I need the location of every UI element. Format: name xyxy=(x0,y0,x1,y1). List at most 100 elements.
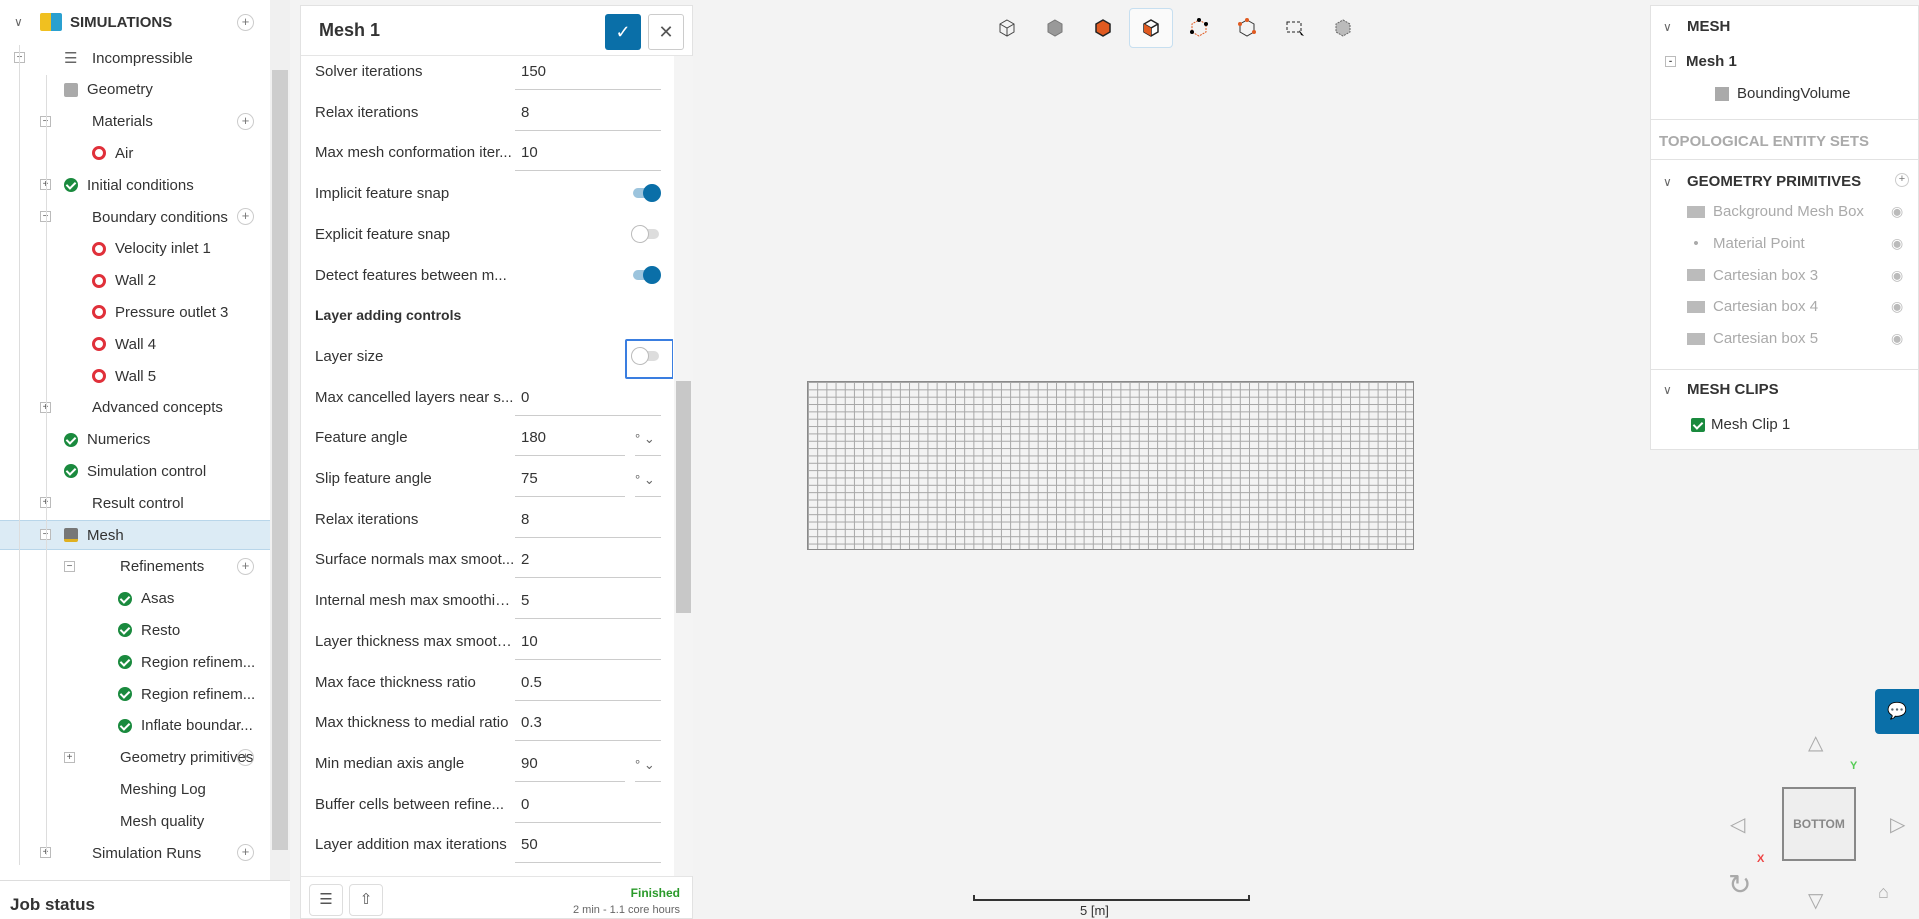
tree-item[interactable]: Velocity inlet 1 xyxy=(92,234,211,264)
field-input[interactable]: 75 xyxy=(515,465,625,497)
primitive-item[interactable]: Cartesian box 4 xyxy=(1687,298,1818,315)
field-input[interactable]: 90 xyxy=(515,750,625,782)
tree-item[interactable]: Numerics xyxy=(64,425,150,455)
mesh-section-header[interactable]: ∨ MESH xyxy=(1663,18,1730,35)
visibility-eye-icon[interactable]: ◉ xyxy=(1891,267,1903,284)
add-simulation-button[interactable]: + xyxy=(237,14,254,31)
tree-item[interactable]: Resto xyxy=(118,615,180,645)
add-button[interactable]: + xyxy=(237,748,254,766)
job-status-header[interactable]: Job status xyxy=(0,880,290,919)
surface-cube-icon[interactable] xyxy=(1081,8,1125,48)
box-select-icon[interactable] xyxy=(1273,8,1317,48)
field-input[interactable]: 0.5 xyxy=(515,669,661,701)
field-input[interactable]: 10 xyxy=(515,628,661,660)
unit-select[interactable]: ° ⌄ xyxy=(635,750,661,782)
rotate-right-icon[interactable]: ▷ xyxy=(1890,812,1905,837)
field-input[interactable]: 0.3 xyxy=(515,709,661,742)
wireframe-cube-icon[interactable] xyxy=(985,8,1029,48)
tree-item[interactable]: Asas xyxy=(118,584,174,614)
tree-item[interactable]: Materials xyxy=(92,107,153,137)
tree-item[interactable]: Pressure outlet 3 xyxy=(92,297,228,327)
add-primitive-button[interactable]: + xyxy=(1895,173,1909,187)
field-input[interactable]: 0 xyxy=(515,384,661,416)
visibility-eye-icon[interactable]: ◉ xyxy=(1891,330,1903,347)
field-input[interactable]: 10 xyxy=(515,139,661,172)
add-button[interactable]: + xyxy=(237,557,254,575)
collapse-icon[interactable]: − xyxy=(64,560,75,572)
topological-entity-sets-header[interactable]: TOPOLOGICAL ENTITY SETS xyxy=(1659,133,1869,150)
chevron-down-icon[interactable]: ∨ xyxy=(14,15,40,29)
mesh-clips-header[interactable]: ∨ MESH CLIPS xyxy=(1663,381,1779,398)
tree-scrollbar-thumb[interactable] xyxy=(272,70,288,850)
add-button[interactable]: + xyxy=(237,844,254,861)
field-input[interactable]: 150 xyxy=(515,58,661,90)
chevron-down-icon[interactable]: ∨ xyxy=(1663,175,1687,189)
rotate-view-icon[interactable]: ↻ xyxy=(1728,868,1751,901)
edges-cube-icon[interactable] xyxy=(1177,8,1221,48)
tree-item[interactable]: Mesh quality xyxy=(120,806,204,836)
unit-select[interactable]: ° ⌄ xyxy=(635,424,661,457)
tree-item[interactable]: Wall 2 xyxy=(92,266,156,296)
visibility-eye-icon[interactable]: ◉ xyxy=(1891,235,1903,252)
tree-item[interactable]: Region refinem... xyxy=(118,647,255,677)
tree-item[interactable]: Geometry xyxy=(64,75,153,105)
field-input[interactable]: 50 xyxy=(515,831,661,864)
tree-item[interactable]: Initial conditions xyxy=(64,170,194,200)
tree-item[interactable]: Inflate boundar... xyxy=(118,711,253,741)
mesh-clip-item[interactable]: Mesh Clip 1 xyxy=(1691,416,1790,433)
tree-item[interactable]: Region refinem... xyxy=(118,679,255,709)
rotate-up-icon[interactable]: △ xyxy=(1808,730,1823,755)
tree-item[interactable]: Simulation control xyxy=(64,456,206,486)
field-input[interactable]: 8 xyxy=(515,99,661,131)
geometry-primitives-header[interactable]: ∨ GEOMETRY PRIMITIVES xyxy=(1663,173,1861,190)
unit-select[interactable]: ° ⌄ xyxy=(635,465,661,497)
toggle-switch[interactable] xyxy=(633,184,661,203)
tree-item[interactable]: Meshing Log xyxy=(120,774,206,804)
rotate-down-icon[interactable]: ▽ xyxy=(1808,888,1823,913)
surface-edges-cube-icon[interactable] xyxy=(1129,8,1173,48)
confirm-button[interactable]: ✓ xyxy=(605,14,641,50)
chat-button[interactable]: 💬 xyxy=(1875,689,1919,734)
mesh-cube-icon[interactable] xyxy=(1321,8,1365,48)
tree-item[interactable]: Air xyxy=(92,138,133,168)
tree-item[interactable]: Advanced concepts xyxy=(92,393,223,423)
home-icon[interactable]: ⌂ xyxy=(1878,882,1889,903)
list-icon[interactable]: ☰ xyxy=(309,884,343,916)
chevron-down-icon[interactable]: ∨ xyxy=(1663,20,1687,34)
points-cube-icon[interactable] xyxy=(1225,8,1269,48)
tree-item[interactable]: ☰ Incompressible xyxy=(64,43,193,73)
toggle-switch[interactable] xyxy=(631,224,659,243)
add-button[interactable]: + xyxy=(237,112,254,130)
primitive-item[interactable]: Cartesian box 5 xyxy=(1687,330,1818,347)
add-button[interactable]: + xyxy=(237,208,254,225)
form-scrollbar-thumb[interactable] xyxy=(676,381,691,613)
visibility-eye-icon[interactable]: ◉ xyxy=(1891,298,1903,315)
orientation-cube[interactable]: BOTTOM xyxy=(1782,787,1856,861)
field-input[interactable]: 0 xyxy=(515,791,661,823)
tree-item[interactable]: Refinements xyxy=(120,552,204,582)
field-input[interactable]: 2 xyxy=(515,546,661,579)
bounding-volume-item[interactable]: BoundingVolume xyxy=(1715,85,1850,102)
toggle-switch[interactable] xyxy=(633,265,661,284)
tree-item[interactable]: Geometry primitives xyxy=(120,743,253,773)
tree-item[interactable]: Result control xyxy=(92,488,184,518)
visibility-eye-icon[interactable]: ◉ xyxy=(1891,203,1903,220)
upload-icon[interactable]: ⇧ xyxy=(349,884,383,916)
primitive-item[interactable]: • Material Point xyxy=(1687,235,1804,252)
tree-item[interactable]: Wall 4 xyxy=(92,329,156,359)
close-button[interactable]: ✕ xyxy=(648,14,684,50)
field-input[interactable]: 180 xyxy=(515,424,625,457)
mesh-1-item[interactable]: - Mesh 1 xyxy=(1665,53,1737,70)
primitive-item[interactable]: Background Mesh Box xyxy=(1687,203,1864,220)
primitive-item[interactable]: Cartesian box 3 xyxy=(1687,267,1818,284)
mesh-viewport-grid[interactable] xyxy=(807,381,1414,550)
chevron-down-icon[interactable]: ∨ xyxy=(1663,383,1687,397)
tree-item[interactable]: Simulation Runs xyxy=(92,838,201,868)
field-input[interactable]: 8 xyxy=(515,506,661,538)
tree-item[interactable]: Wall 5 xyxy=(92,361,156,391)
tree-item[interactable]: Mesh xyxy=(64,520,124,550)
rotate-left-icon[interactable]: ◁ xyxy=(1730,812,1745,837)
field-input[interactable]: 5 xyxy=(515,587,661,620)
tree-item[interactable]: Boundary conditions xyxy=(92,202,228,232)
expand-icon[interactable]: + xyxy=(64,751,75,763)
